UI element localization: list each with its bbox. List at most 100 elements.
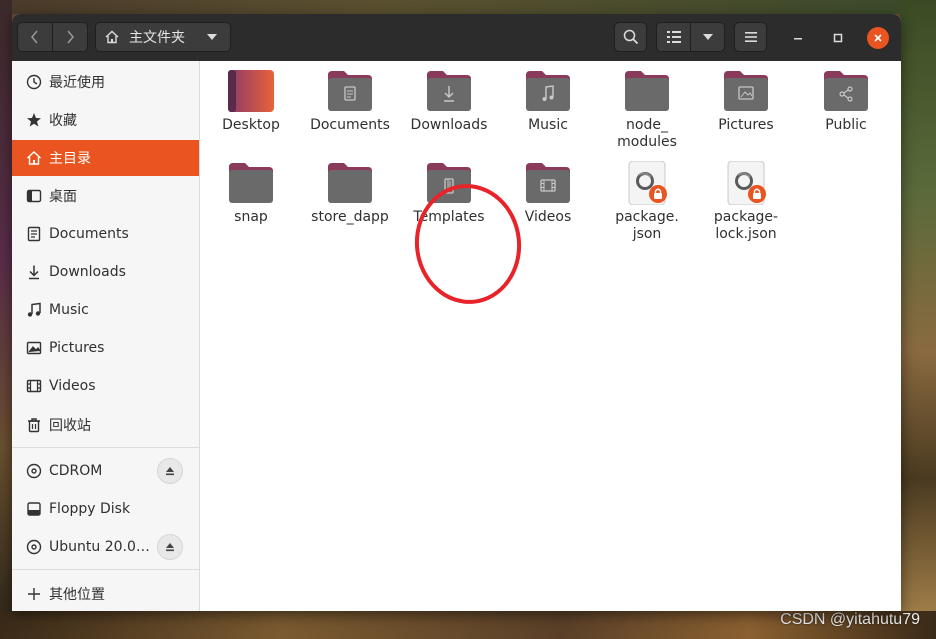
minimize-button[interactable] bbox=[788, 28, 808, 48]
sidebar-item-label: Downloads bbox=[49, 264, 126, 280]
sidebar-item-pictures[interactable]: Pictures bbox=[12, 330, 199, 366]
sidebar-device-floppy[interactable]: Floppy Disk bbox=[12, 491, 199, 527]
file-item-node-modules[interactable]: node_ modules bbox=[601, 69, 693, 151]
file-name: Downloads bbox=[410, 117, 488, 133]
file-item-music[interactable]: Music bbox=[502, 69, 594, 134]
sidebar-item-recent[interactable]: 最近使用 bbox=[12, 64, 199, 100]
sidebar-other-locations[interactable]: 其他位置 bbox=[12, 576, 199, 611]
file-manager-window: 主文件夹 最近使用 收藏 主目录 桌面 Documents Downloads … bbox=[12, 14, 901, 611]
sidebar-item-label: Floppy Disk bbox=[49, 501, 131, 517]
sidebar-device-ubuntu[interactable]: Ubuntu 20.0… bbox=[12, 529, 199, 565]
download-icon bbox=[25, 263, 43, 281]
documents-folder-icon bbox=[328, 71, 372, 111]
menu-button[interactable] bbox=[734, 22, 767, 52]
sidebar-item-label: Documents bbox=[49, 226, 129, 242]
folder-icon bbox=[625, 71, 669, 111]
search-button[interactable] bbox=[614, 22, 647, 52]
picture-icon bbox=[25, 339, 43, 357]
music-folder-icon bbox=[526, 71, 570, 111]
file-name: Desktop bbox=[222, 117, 280, 133]
sidebar-separator bbox=[12, 569, 199, 570]
pictures-folder-icon bbox=[724, 71, 768, 111]
desktop-icon bbox=[25, 187, 43, 205]
back-button[interactable] bbox=[17, 22, 53, 52]
sidebar-item-downloads[interactable]: Downloads bbox=[12, 254, 199, 290]
sidebar-item-label: Pictures bbox=[49, 340, 105, 356]
sidebar-item-label: Music bbox=[49, 302, 89, 318]
sidebar-item-label: 最近使用 bbox=[49, 75, 105, 91]
forward-button[interactable] bbox=[52, 22, 88, 52]
file-item-documents[interactable]: Documents bbox=[304, 69, 396, 134]
file-item-store-dapp[interactable]: store_dapp bbox=[304, 161, 396, 226]
music-icon bbox=[25, 301, 43, 319]
sidebar-device-cdrom[interactable]: CDROM bbox=[12, 453, 199, 489]
desktop-folder-icon bbox=[228, 70, 274, 112]
chevron-right-icon bbox=[67, 30, 74, 44]
list-view-icon bbox=[666, 31, 681, 43]
file-item-pictures[interactable]: Pictures bbox=[700, 69, 792, 134]
file-name: package- lock.json bbox=[713, 209, 779, 242]
trash-icon bbox=[25, 416, 43, 434]
list-view-button[interactable] bbox=[656, 22, 691, 52]
file-item-snap[interactable]: snap bbox=[205, 161, 297, 226]
json-file-locked-icon bbox=[727, 161, 766, 205]
sidebar-item-label: Ubuntu 20.0… bbox=[49, 539, 150, 555]
sidebar-item-label: 其他位置 bbox=[49, 587, 105, 603]
downloads-folder-icon bbox=[427, 71, 471, 111]
search-icon bbox=[623, 29, 638, 45]
plus-icon bbox=[25, 585, 43, 603]
file-name: Documents bbox=[310, 117, 390, 133]
recent-icon bbox=[25, 73, 43, 91]
sidebar-separator bbox=[12, 447, 199, 448]
chevron-down-icon[interactable] bbox=[207, 34, 217, 40]
hamburger-icon bbox=[744, 32, 757, 42]
file-item-public[interactable]: Public bbox=[800, 69, 892, 134]
minimize-icon bbox=[794, 38, 802, 40]
folder-icon bbox=[229, 163, 273, 203]
star-icon bbox=[25, 111, 43, 129]
sidebar-item-home[interactable]: 主目录 bbox=[12, 140, 199, 176]
file-item-desktop[interactable]: Desktop bbox=[205, 69, 297, 134]
eject-button[interactable] bbox=[157, 458, 183, 484]
sidebar-item-documents[interactable]: Documents bbox=[12, 216, 199, 252]
path-label: 主文件夹 bbox=[129, 30, 185, 46]
file-item-package-lock-json[interactable]: package- lock.json bbox=[700, 161, 792, 243]
close-button[interactable] bbox=[867, 27, 889, 49]
close-icon bbox=[874, 34, 882, 42]
file-name: Pictures bbox=[718, 117, 774, 133]
chevron-left-icon bbox=[31, 30, 38, 44]
sidebar-item-trash[interactable]: 回收站 bbox=[12, 407, 199, 443]
eject-icon bbox=[166, 467, 174, 476]
disc-icon bbox=[25, 538, 43, 556]
header-bar: 主文件夹 bbox=[12, 14, 901, 62]
home-icon bbox=[25, 149, 43, 167]
videos-folder-icon bbox=[526, 163, 570, 203]
file-name: snap bbox=[234, 209, 268, 225]
chevron-down-icon bbox=[702, 34, 713, 40]
video-icon bbox=[25, 377, 43, 395]
sidebar-item-desktop[interactable]: 桌面 bbox=[12, 178, 199, 214]
home-icon bbox=[105, 30, 119, 44]
sidebar-item-label: CDROM bbox=[49, 463, 103, 479]
maximize-button[interactable] bbox=[828, 28, 848, 48]
path-bar-home-button[interactable]: 主文件夹 bbox=[95, 22, 231, 52]
file-item-downloads[interactable]: Downloads bbox=[403, 69, 495, 134]
sidebar-item-label: 回收站 bbox=[49, 418, 91, 434]
file-name: Public bbox=[825, 117, 867, 133]
drive-icon bbox=[25, 500, 43, 518]
file-item-package-json[interactable]: package. json bbox=[601, 161, 693, 243]
eject-button[interactable] bbox=[157, 534, 183, 560]
folder-icon bbox=[328, 163, 372, 203]
sidebar-item-videos[interactable]: Videos bbox=[12, 368, 199, 404]
maximize-icon bbox=[833, 33, 843, 43]
file-name: Music bbox=[528, 117, 568, 133]
sidebar-item-starred[interactable]: 收藏 bbox=[12, 102, 199, 138]
sidebar-item-music[interactable]: Music bbox=[12, 292, 199, 328]
disc-icon bbox=[25, 462, 43, 480]
file-name: store_dapp bbox=[311, 209, 389, 225]
document-icon bbox=[25, 225, 43, 243]
file-item-videos[interactable]: Videos bbox=[502, 161, 594, 226]
view-options-dropdown[interactable] bbox=[690, 22, 725, 52]
desktop-background-top bbox=[0, 0, 936, 14]
desktop-background-left bbox=[0, 0, 12, 639]
